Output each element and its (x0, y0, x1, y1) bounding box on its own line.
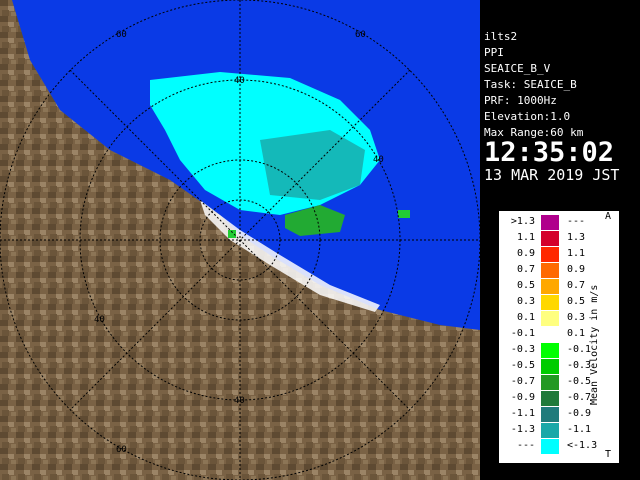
legend-label-left: 0.1 (516, 312, 535, 323)
legend-label-right: --- (567, 216, 586, 227)
legend-label-right: -0.3 (567, 360, 592, 371)
task-name: Task: SEAICE_B (484, 78, 577, 91)
legend-swatch (541, 279, 559, 294)
legend-label-right: 0.7 (567, 280, 586, 291)
legend-swatch (541, 215, 559, 230)
legend-swatch (541, 231, 559, 246)
prf-value: PRF: 1000Hz (484, 94, 557, 107)
legend-label-left: 1.1 (516, 232, 535, 243)
legend-label-left: -0.1 (510, 328, 535, 339)
legend-swatch (541, 391, 559, 406)
legend-label-left: -0.7 (510, 376, 535, 387)
scan-mode: PPI (484, 46, 504, 59)
legend-label-right: 1.1 (567, 248, 586, 259)
legend-label-right: 1.3 (567, 232, 586, 243)
legend-swatch (541, 263, 559, 278)
legend-label-left: 0.9 (516, 248, 535, 259)
range-label: 40 (234, 396, 245, 406)
legend-label-left: 0.3 (516, 296, 535, 307)
legend-swatch (541, 295, 559, 310)
elevation-value: Elevation:1.0 (484, 110, 571, 123)
legend-title: Mean Velocity in m/s (589, 284, 600, 405)
range-label: 60 (355, 30, 366, 40)
range-label: 40 (94, 315, 105, 325)
legend-label-left: -0.9 (510, 392, 535, 403)
legend-label-left: --- (516, 440, 535, 451)
legend-top-mark: A (605, 211, 612, 222)
scan-date: 13 MAR 2019 JST (484, 166, 620, 184)
velocity-legend: A T >1.3 --- 1.1 1.3 0.9 1.1 0.7 0.9 0.5 0.7 0.3 0.… (498, 210, 620, 464)
legend-swatch (541, 311, 559, 326)
legend-swatch (541, 407, 559, 422)
legend-swatch (541, 343, 559, 358)
legend-label-right: 0.5 (567, 296, 586, 307)
legend-label-left: 0.5 (516, 280, 535, 291)
legend-label-left: 0.7 (516, 264, 535, 275)
echo-green-small (398, 210, 410, 218)
legend-swatch (541, 327, 559, 342)
legend-label-left: -1.1 (510, 408, 535, 419)
legend-label-right: 0.1 (567, 328, 586, 339)
radar-ppi-display: 60 40 40 40 40 60 60 (0, 0, 480, 480)
range-label: 60 (116, 445, 127, 455)
range-label: 40 (234, 76, 245, 86)
legend-label-right: -0.9 (567, 408, 592, 419)
site-name: ilts2 (484, 30, 518, 43)
legend-label-right: -0.5 (567, 376, 592, 387)
legend-label-right: 0.3 (567, 312, 586, 323)
legend-label-left: >1.3 (510, 216, 535, 227)
legend-label-right: -0.1 (567, 344, 592, 355)
legend-swatch (541, 375, 559, 390)
legend-label-right: -1.1 (567, 424, 592, 435)
range-label: 40 (373, 155, 384, 165)
range-label: 60 (116, 30, 127, 40)
legend-label-right: 0.9 (567, 264, 586, 275)
echo-green-small-2 (228, 230, 236, 238)
legend-swatch (541, 359, 559, 374)
legend-label-left: -0.5 (510, 360, 535, 371)
legend-bottom-mark: T (605, 449, 612, 460)
legend-swatch (541, 247, 559, 262)
legend-label-right: -0.7 (567, 392, 592, 403)
legend-swatch (541, 423, 559, 438)
legend-label-left: -1.3 (510, 424, 535, 435)
radar-info-panel: ilts2 PPI SEAICE_B_V Task: SEAICE_B PRF:… (480, 26, 640, 186)
legend-label-left: -0.3 (510, 344, 535, 355)
product-name: SEAICE_B_V (484, 62, 551, 75)
legend-swatch (541, 439, 559, 454)
scan-time: 12:35:02 (484, 137, 615, 168)
